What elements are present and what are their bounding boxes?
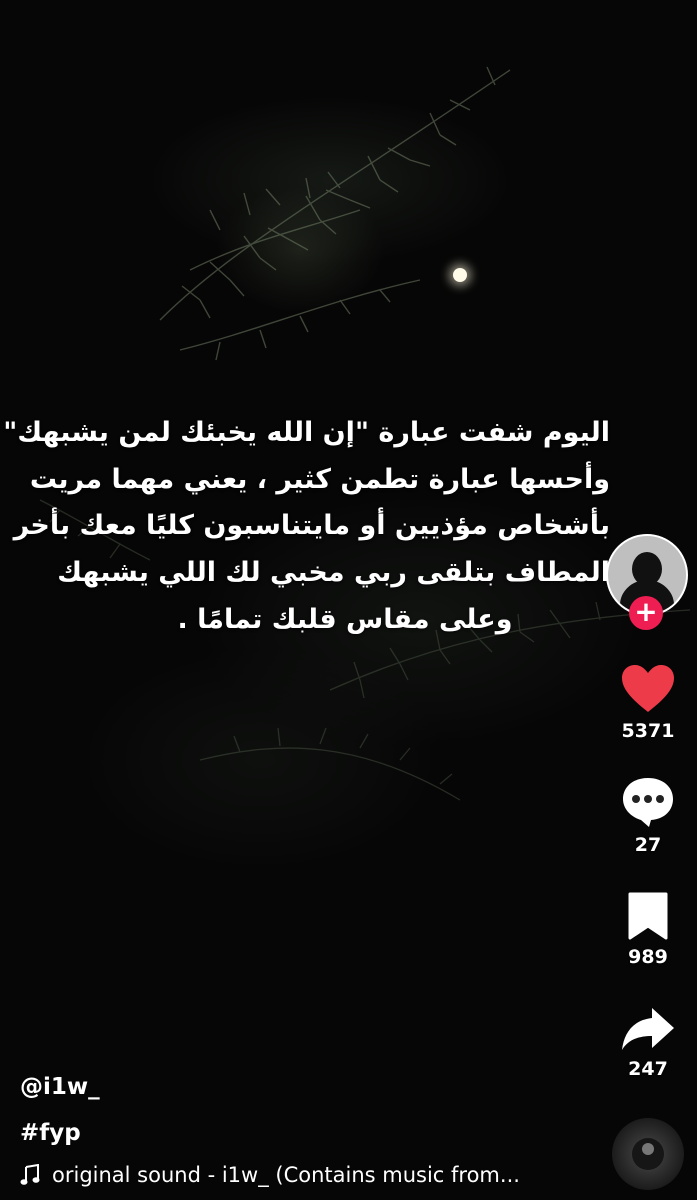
hashtag-link[interactable]: #fyp xyxy=(20,1120,81,1146)
caption-line: بأشخاص مؤذيين أو مايتناسبون كليًا معك بأ… xyxy=(13,510,610,542)
like-button[interactable]: 5371 xyxy=(612,664,684,742)
heart-icon xyxy=(622,665,674,712)
caption-line: وعلى مقاس قلبك تمامًا . xyxy=(177,603,513,635)
comment-count: 27 xyxy=(634,834,662,856)
creator-avatar-group: + xyxy=(606,534,690,630)
video-caption-overlay: اليوم شفت عبارة "إن الله يخبئك لمن يشبهك… xyxy=(3,410,610,644)
like-count: 5371 xyxy=(621,720,675,742)
caption-line: اليوم شفت عبارة "إن الله يخبئك لمن يشبهك… xyxy=(3,417,610,448)
share-count: 247 xyxy=(628,1058,668,1080)
creator-username[interactable]: @i1w_ xyxy=(20,1074,100,1100)
music-disc-icon[interactable] xyxy=(612,1118,684,1190)
bookmark-button[interactable]: 989 xyxy=(612,892,684,968)
share-icon xyxy=(622,1008,674,1050)
comment-button[interactable]: 27 xyxy=(612,776,684,856)
sound-link[interactable]: original sound - i1w_ (Contains music fr… xyxy=(20,1163,520,1187)
music-disc-center xyxy=(632,1138,664,1170)
moon xyxy=(453,268,467,282)
caption-line: وأحسها عبارة تطمن كثير ، يعني مهما مريت xyxy=(29,463,610,495)
comment-icon xyxy=(623,778,673,827)
sound-label: original sound - i1w_ (Contains music fr… xyxy=(52,1163,520,1187)
music-note-icon xyxy=(20,1164,40,1185)
bookmark-count: 989 xyxy=(628,946,668,968)
bookmark-icon xyxy=(628,892,668,940)
share-button[interactable]: 247 xyxy=(612,1006,684,1080)
follow-button[interactable]: + xyxy=(629,596,663,630)
caption-line: المطاف بتلقى ربي مخبي لك اللي يشبهك xyxy=(57,557,610,589)
